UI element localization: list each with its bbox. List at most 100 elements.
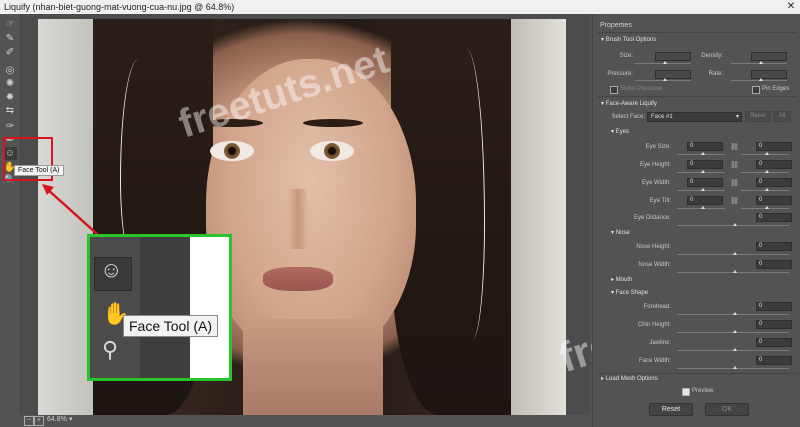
- lips: [263, 267, 333, 291]
- nose-label: Nose: [615, 230, 630, 236]
- face-reset-button[interactable]: Reset: [745, 111, 771, 122]
- properties-panel: Properties ▾ Brush Tool Options Size: De…: [592, 14, 800, 427]
- zoom-level[interactable]: 64.8%: [47, 416, 67, 423]
- tool-tooltip: Face Tool (A): [14, 165, 64, 176]
- jawline-slider[interactable]: [677, 348, 789, 351]
- eye-row-label: Eye Tilt:: [649, 198, 671, 204]
- rate-field: [751, 70, 787, 79]
- pressure-slider: [635, 78, 691, 81]
- face-shape-label: Face Shape: [615, 290, 649, 296]
- nose: [288, 189, 308, 249]
- eye-left-field[interactable]: 0: [687, 196, 723, 205]
- nose-height-field[interactable]: 0: [756, 242, 792, 251]
- size-label: Size:: [619, 53, 633, 59]
- forehead-slider[interactable]: [677, 312, 789, 315]
- zoom-tool-icon: ⚲: [102, 337, 119, 362]
- zoom-callout: ☺ ✋ ⚲ Face Tool (A): [87, 234, 232, 381]
- face-all-button[interactable]: All: [773, 111, 791, 122]
- bloat-icon[interactable]: ✹: [3, 91, 17, 104]
- divider: [597, 96, 797, 97]
- face-shape-header[interactable]: ▾ Face Shape: [611, 289, 648, 296]
- freeze-mask-icon[interactable]: ✑: [3, 120, 17, 133]
- divider: [597, 373, 797, 374]
- brush-options-header[interactable]: ▾ Brush Tool Options: [601, 36, 656, 43]
- load-mesh-header[interactable]: ▸ Load Mesh Options: [601, 375, 658, 382]
- title-bar: Liquify (nhan-biet-guong-mat-vuong-cua-n…: [0, 0, 800, 14]
- eye-left-slider[interactable]: [677, 188, 725, 191]
- eyes-header[interactable]: ▾ Eyes: [611, 128, 629, 135]
- select-face-label: Select Face:: [611, 114, 645, 120]
- size-slider: [635, 61, 691, 64]
- select-face-value: Face #1: [651, 114, 673, 120]
- forehead-field[interactable]: 0: [756, 302, 792, 311]
- jawline-field[interactable]: 0: [756, 338, 792, 347]
- chin-height-label: Chin Height:: [637, 322, 671, 328]
- nose-width-field[interactable]: 0: [756, 260, 792, 269]
- eye-right-slider[interactable]: [741, 188, 789, 191]
- face-width-field[interactable]: 0: [756, 356, 792, 365]
- link-icon[interactable]: ⛓: [730, 161, 739, 169]
- eye-left-field[interactable]: 0: [687, 160, 723, 169]
- rate-slider: [731, 78, 787, 81]
- chevron-down-icon: ▾: [735, 114, 739, 120]
- eye-left-slider[interactable]: [677, 152, 725, 155]
- zoom-out-button[interactable]: −: [24, 416, 34, 426]
- reconstruct-icon[interactable]: ✎: [3, 32, 17, 45]
- divider: [597, 32, 797, 33]
- zoom-in-button[interactable]: +: [34, 416, 44, 426]
- preview-checkbox[interactable]: [682, 388, 690, 396]
- smooth-icon[interactable]: ✐: [3, 46, 17, 59]
- eye-left-slider[interactable]: [677, 170, 725, 173]
- eye-right-slider[interactable]: [741, 152, 789, 155]
- rate-label: Rate:: [708, 71, 723, 77]
- nose-header[interactable]: ▾ Nose: [611, 229, 630, 236]
- pin-edges-checkbox[interactable]: [752, 86, 760, 94]
- pressure-label: Pressure:: [607, 71, 633, 77]
- density-field: [751, 52, 787, 61]
- eye-distance-slider[interactable]: [677, 223, 789, 226]
- eye-distance-label: Eye Distance:: [633, 215, 671, 221]
- eye-right-field[interactable]: 0: [756, 178, 792, 187]
- eye-right-field[interactable]: 0: [756, 142, 792, 151]
- neck: [243, 319, 383, 415]
- pucker-icon[interactable]: ✺: [3, 77, 17, 90]
- pressure-field: [655, 70, 691, 79]
- reset-button[interactable]: Reset: [649, 403, 693, 416]
- link-icon[interactable]: ⛓: [730, 197, 739, 205]
- eye-left-field[interactable]: 0: [687, 178, 723, 187]
- close-icon[interactable]: ✕: [784, 1, 798, 13]
- background-wall-right: [506, 19, 566, 415]
- twirl-icon[interactable]: ◎: [3, 64, 17, 77]
- eyes-label: Eyes: [615, 129, 630, 135]
- pin-edges-label: Pin Edges: [762, 86, 790, 92]
- push-left-icon[interactable]: ⇆: [3, 104, 17, 117]
- chevron-down-icon[interactable]: ▾: [69, 415, 73, 423]
- eye-right-field[interactable]: 0: [756, 196, 792, 205]
- eye-right-slider[interactable]: [741, 170, 789, 173]
- face-width-slider[interactable]: [677, 366, 789, 369]
- nose-height-slider[interactable]: [677, 252, 789, 255]
- eye-right-slider[interactable]: [741, 206, 789, 209]
- size-field: [655, 52, 691, 61]
- eye-right-field[interactable]: 0: [756, 160, 792, 169]
- chin-height-slider[interactable]: [677, 330, 789, 333]
- brush-options-label: Brush Tool Options: [605, 37, 657, 43]
- forward-warp-icon[interactable]: ☞: [3, 18, 17, 31]
- eye-distance-field[interactable]: 0: [756, 213, 792, 222]
- eye-row-label: Eye Height:: [639, 162, 671, 168]
- stylus-pressure-label: Stylus Pressure: [620, 86, 663, 92]
- eye-left-field[interactable]: 0: [687, 142, 723, 151]
- nose-width-slider[interactable]: [677, 270, 789, 273]
- link-icon[interactable]: ⛓: [730, 143, 739, 151]
- eyebrow-right: [303, 119, 363, 127]
- nose-width-label: Nose Width:: [638, 262, 671, 268]
- mouth-header[interactable]: ▸ Mouth: [611, 276, 632, 283]
- ok-button[interactable]: OK: [705, 403, 749, 416]
- link-icon[interactable]: ⛓: [730, 179, 739, 187]
- chin-height-field[interactable]: 0: [756, 320, 792, 329]
- eye-left-slider[interactable]: [677, 206, 725, 209]
- forehead-label: Forehead:: [643, 304, 671, 310]
- select-face-dropdown[interactable]: Face #1 ▾: [647, 112, 742, 122]
- zoom-canvas-edge: [140, 237, 190, 378]
- face-aware-header[interactable]: ▾ Face-Aware Liquify: [601, 100, 657, 107]
